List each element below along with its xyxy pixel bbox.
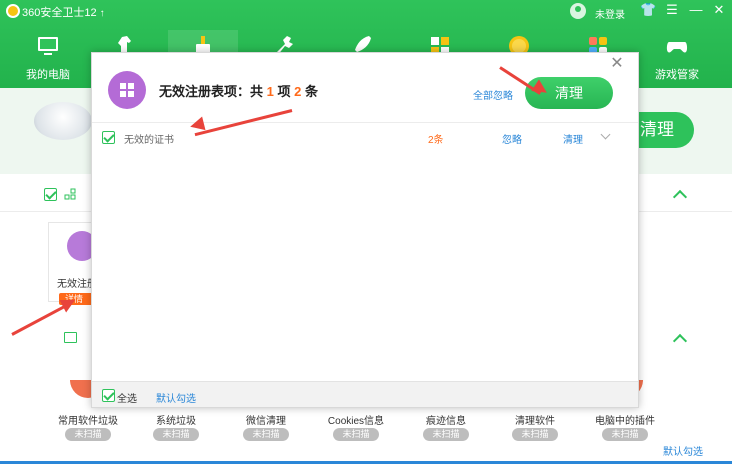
item-label: 无效的证书 — [124, 135, 174, 146]
select-all-checkbox[interactable] — [102, 389, 115, 402]
registry-icon — [108, 71, 146, 109]
expand-chevron-icon[interactable] — [600, 129, 611, 140]
tool-status: 未扫描 — [153, 428, 199, 441]
tool-status: 未扫描 — [243, 428, 289, 441]
tool-label: Cookies信息 — [327, 416, 385, 427]
section-checkbox[interactable] — [44, 188, 57, 201]
nav-game-manager[interactable]: 游戏管家 — [642, 30, 712, 82]
dialog-close-icon[interactable]: ✕ — [608, 53, 626, 72]
select-all-label[interactable]: 全选 — [117, 390, 137, 405]
registry-icon — [64, 188, 77, 201]
minimize-icon[interactable]: — — [688, 2, 704, 17]
collapse-chevron-icon[interactable] — [672, 333, 688, 349]
app-title: 360安全卫士12 ↑ — [22, 7, 105, 19]
nav-label: 游戏管家 — [655, 69, 699, 81]
default-select-link[interactable]: 默认勾选 — [663, 443, 703, 458]
tool-label: 电脑中的插件 — [595, 416, 655, 427]
item-count-label: 2条 — [428, 135, 444, 146]
dialog-title: 无效注册表项：共 1 项 2 条 — [159, 84, 318, 99]
app-logo-icon — [6, 4, 20, 18]
robot-vacuum-image — [34, 102, 92, 140]
list-item[interactable]: 无效的证书 2条 忽略 清理 — [92, 125, 638, 149]
ignore-all-link[interactable]: 全部忽略 — [473, 87, 513, 102]
tool-status: 未扫描 — [65, 428, 111, 441]
item-clean-link[interactable]: 清理 — [563, 131, 583, 146]
default-check-link[interactable]: 默认勾选 — [156, 390, 196, 405]
tool-label: 系统垃圾 — [156, 416, 196, 427]
close-window-icon[interactable]: ✕ — [711, 2, 727, 18]
folder-icon — [64, 332, 77, 343]
collapse-chevron-icon[interactable] — [672, 189, 688, 205]
item-checkbox[interactable] — [102, 131, 115, 144]
title-bar: 360安全卫士12 ↑ 未登录 👕 ☰ — ✕ — [0, 0, 732, 22]
divider — [92, 122, 638, 123]
invalid-registry-dialog: ✕ 无效注册表项：共 1 项 2 条 全部忽略 清理 无效的证书 2条 忽略 清… — [91, 52, 639, 408]
tool-status: 未扫描 — [333, 428, 379, 441]
tool-status: 未扫描 — [602, 428, 648, 441]
monitor-icon — [38, 37, 58, 55]
tool-status: 未扫描 — [423, 428, 469, 441]
tool-label: 痕迹信息 — [426, 416, 466, 427]
tool-status: 未扫描 — [512, 428, 558, 441]
upgrade-arrow-icon[interactable]: ↑ — [100, 8, 105, 19]
tool-label: 微信清理 — [246, 416, 286, 427]
nav-my-computer[interactable]: 我的电脑 — [13, 30, 83, 82]
item-count: 1 — [266, 84, 274, 99]
user-avatar-icon[interactable] — [570, 3, 586, 19]
dialog-footer: 全选 默认勾选 — [92, 381, 638, 407]
tool-label: 清理软件 — [515, 416, 555, 427]
tool-label: 常用软件垃圾 — [58, 416, 118, 427]
menu-icon[interactable]: ☰ — [664, 2, 680, 18]
login-link[interactable]: 未登录 — [595, 6, 625, 21]
skin-icon[interactable]: 👕 — [640, 2, 656, 18]
nav-label: 我的电脑 — [26, 69, 70, 81]
item-ignore-link[interactable]: 忽略 — [502, 131, 522, 146]
gamepad-icon — [666, 42, 688, 53]
